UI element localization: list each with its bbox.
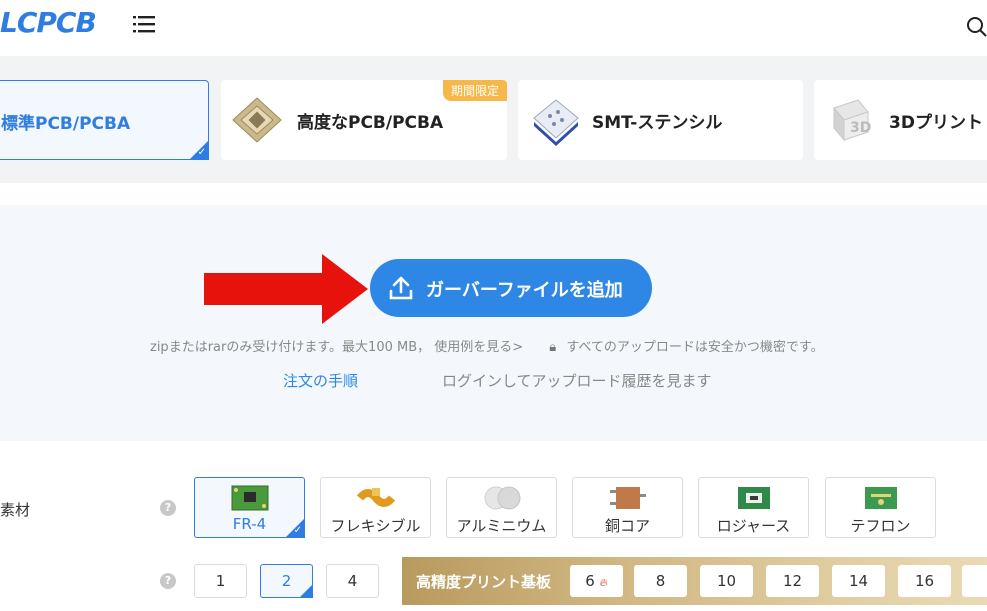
- material-option-copper-core[interactable]: 銅コア: [572, 477, 683, 538]
- layer-option-2[interactable]: 2: [260, 564, 313, 598]
- upload-note: zipまたはrarのみ受け付けます。最大100 MB， 使用例を見る> 🔒︎ す…: [150, 336, 824, 355]
- tab-advanced-pcb[interactable]: 高度なPCB/PCBA 期間限定: [221, 80, 507, 160]
- flex-board-icon: [356, 488, 395, 507]
- material-option-rogers[interactable]: ロジャース: [698, 477, 809, 538]
- tab-label: 3Dプリント: [889, 113, 983, 133]
- material-option-fr4[interactable]: FR-4 ✓: [194, 477, 305, 538]
- material-option-label: テフロン: [850, 517, 911, 535]
- order-steps-link[interactable]: 注文の手順: [283, 370, 358, 391]
- tab-label: 標準PCB/PCBA: [1, 114, 131, 134]
- upload-button-label: ガーバーファイルを追加: [426, 280, 623, 300]
- material-label: 素材: [0, 501, 31, 519]
- material-option-label: ロジャース: [716, 517, 791, 535]
- material-option-flex[interactable]: フレキシブル: [320, 477, 431, 538]
- layer-option-4[interactable]: 4: [326, 564, 379, 598]
- red-arrow-annotation: [204, 254, 368, 324]
- high-precision-band: 高精度プリント基板 6 🔥︎ 8 10 12 14 16: [402, 557, 987, 605]
- layer-option-12[interactable]: 12: [766, 565, 819, 597]
- fire-icon: 🔥︎: [599, 576, 608, 589]
- tab-standard-pcb[interactable]: 標準PCB/PCBA ✓: [0, 80, 209, 160]
- upload-icon: [389, 276, 413, 300]
- aluminum-board-icon: [484, 486, 520, 510]
- hamburger-menu-icon[interactable]: [133, 15, 155, 33]
- copper-core-board-icon: [609, 487, 646, 509]
- layer-option-10[interactable]: 10: [700, 565, 753, 597]
- upload-area: [0, 205, 987, 441]
- layer-option-more[interactable]: [962, 565, 987, 597]
- material-option-label: 銅コア: [604, 517, 650, 535]
- limited-time-badge: 期間限定: [442, 80, 507, 101]
- product-tabs: 標準PCB/PCBA ✓ 高度なPCB/PCBA 期間限定 SMT-ステンシル …: [0, 56, 987, 183]
- tab-3d-print[interactable]: 3D 3Dプリント: [814, 80, 987, 160]
- tab-smt-stencil[interactable]: SMT-ステンシル: [518, 80, 803, 160]
- upload-history-link[interactable]: ログインしてアップロード履歴を見ます: [442, 370, 712, 391]
- help-icon[interactable]: ?: [160, 500, 176, 516]
- advanced-pcb-icon: [232, 97, 282, 143]
- material-option-aluminum[interactable]: アルミニウム: [446, 477, 557, 538]
- help-icon[interactable]: ?: [160, 573, 176, 589]
- rogers-board-icon: [737, 487, 770, 509]
- layer-option-16[interactable]: 16: [898, 565, 951, 597]
- layer-option-14[interactable]: 14: [832, 565, 885, 597]
- layer-option-1[interactable]: 1: [194, 564, 247, 598]
- check-icon: ✓: [197, 147, 206, 158]
- layer-option-6[interactable]: 6 🔥︎: [570, 565, 623, 597]
- fr4-board-icon: [231, 485, 268, 511]
- check-icon: ✓: [293, 525, 302, 536]
- material-option-teflon[interactable]: テフロン: [825, 477, 936, 538]
- logo[interactable]: LCPCB: [0, 6, 97, 39]
- high-precision-label: 高精度プリント基板: [416, 573, 552, 591]
- material-option-label: フレキシブル: [330, 517, 421, 535]
- teflon-board-icon: [864, 487, 897, 509]
- material-option-label: アルミニウム: [456, 517, 547, 535]
- tab-label: 高度なPCB/PCBA: [297, 113, 444, 133]
- lock-icon: 🔒︎: [549, 340, 557, 355]
- header: LCPCB: [0, 0, 987, 56]
- search-icon[interactable]: [966, 16, 987, 38]
- 3d-print-icon: 3D: [833, 99, 871, 142]
- tab-label: SMT-ステンシル: [592, 113, 723, 133]
- secure-note: すべてのアップロードは安全かつ機密です。: [566, 340, 824, 355]
- layer-option-8[interactable]: 8: [634, 565, 687, 597]
- add-gerber-file-button[interactable]: ガーバーファイルを追加: [370, 259, 652, 317]
- layer-option-label: 2: [281, 572, 292, 590]
- svg-text:3D: 3D: [850, 120, 871, 136]
- layer-option-label: 6: [585, 572, 595, 590]
- selected-check-icon: [299, 584, 313, 598]
- stencil-icon: [533, 99, 579, 146]
- file-limit-note[interactable]: zipまたはrarのみ受け付けます。最大100 MB， 使用例を見る>: [150, 340, 523, 355]
